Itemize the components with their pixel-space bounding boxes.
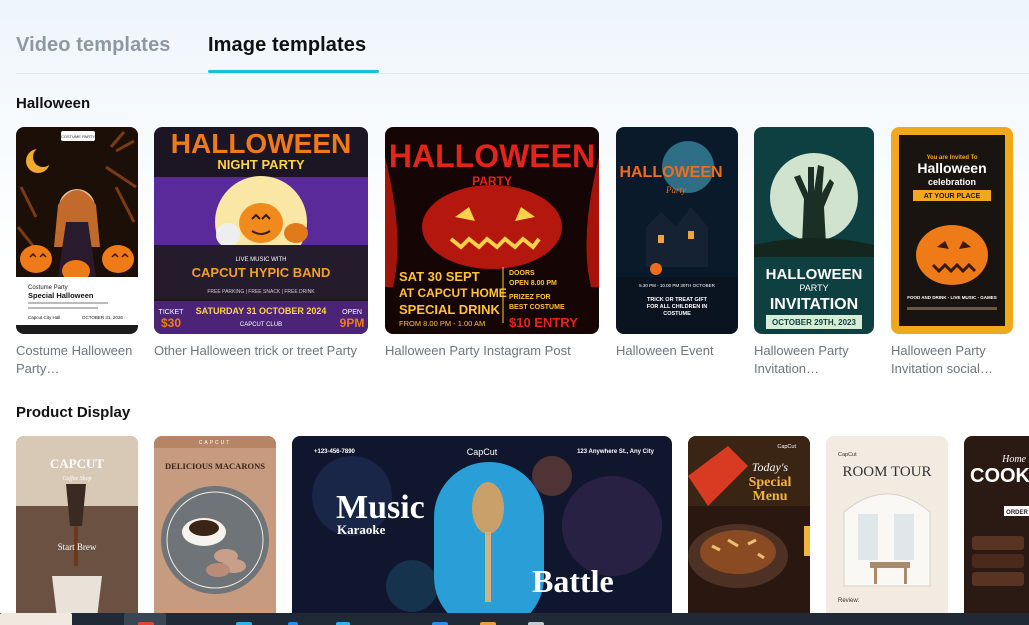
template-card-halloween-night-party[interactable]: HALLOWEEN NIGHT PARTY LIVE MUSIC WITH CA… — [154, 127, 368, 379]
tab-image-templates[interactable]: Image templates — [208, 34, 366, 57]
template-thumbnail: HALLOWEEN PARTY SAT 30 SEPT AT CAPCUT HO… — [385, 127, 599, 334]
template-card-coffee-shop[interactable]: CAPCUT Coffee Shop Start Brew — [16, 436, 138, 625]
svg-text:Start Brew: Start Brew — [58, 542, 97, 552]
template-caption: Halloween Party Instagram Post — [385, 343, 571, 358]
svg-text:Home: Home — [1001, 454, 1026, 465]
svg-text:LIVE MUSIC WITH: LIVE MUSIC WITH — [235, 257, 286, 263]
template-thumbnail: +123-456-7890 CapCut 123 Anywhere St., A… — [292, 436, 672, 625]
template-card-halloween-instagram-post[interactable]: HALLOWEEN PARTY SAT 30 SEPT AT CAPCUT HO… — [385, 127, 599, 379]
svg-text:Music: Music — [336, 489, 425, 526]
svg-text:AT CAPCUT HOME: AT CAPCUT HOME — [399, 286, 507, 300]
svg-text:PARTY: PARTY — [799, 283, 828, 293]
svg-text:CAPCUT: CAPCUT — [199, 440, 232, 446]
section-title-halloween: Halloween — [16, 95, 91, 112]
svg-text:INVITATION: INVITATION — [770, 296, 858, 313]
template-tabs: Video templates Image templates — [16, 30, 1029, 74]
svg-text:Today's: Today's — [752, 460, 788, 474]
template-thumbnail: HALLOWEEN Party 5.30 PM - 10.00 PM 30TH … — [616, 127, 738, 334]
template-thumbnail: Home COOK ORDER — [964, 436, 1029, 625]
template-thumbnail: HALLOWEEN NIGHT PARTY LIVE MUSIC WITH CA… — [154, 127, 368, 334]
svg-text:SAT 30 SEPT: SAT 30 SEPT — [399, 269, 480, 284]
svg-text:+123-456-7890: +123-456-7890 — [314, 449, 356, 455]
template-card-room-tour[interactable]: CapCut ROOM TOUR Review: — [826, 436, 948, 625]
svg-text:OPEN 8.00 PM: OPEN 8.00 PM — [509, 280, 557, 287]
svg-text:Special Halloween: Special Halloween — [28, 291, 94, 300]
template-caption: Halloween Event — [616, 343, 714, 358]
svg-text:Halloween: Halloween — [917, 160, 986, 176]
svg-text:COSTUME PARTY: COSTUME PARTY — [61, 134, 95, 139]
svg-text:TRICK OR TREAT GIFT: TRICK OR TREAT GIFT — [647, 297, 708, 303]
svg-text:Review:: Review: — [838, 598, 860, 604]
template-card-costume-halloween[interactable]: COSTUME PARTY Costume Party Special Hall… — [16, 127, 138, 379]
svg-text:DELICIOUS MACARONS: DELICIOUS MACARONS — [165, 461, 265, 471]
template-card-todays-special-menu[interactable]: CapCut Today's Special Menu — [688, 436, 810, 625]
svg-text:CapCut: CapCut — [838, 452, 857, 458]
svg-text:Capcut City Hall: Capcut City Hall — [28, 315, 60, 320]
svg-text:Karaoke: Karaoke — [337, 522, 386, 537]
template-caption: Halloween Party Invitation… — [754, 343, 849, 376]
svg-text:$30: $30 — [161, 316, 181, 330]
tab-video-templates[interactable]: Video templates — [16, 34, 171, 57]
svg-text:CAPCUT: CAPCUT — [50, 456, 104, 471]
template-card-halloween-invitation-social[interactable]: You are Invited To Halloween celebration… — [891, 127, 1013, 379]
template-thumbnail: You are Invited To Halloween celebration… — [891, 127, 1013, 334]
os-taskbar — [0, 613, 1029, 625]
svg-text:$10 ENTRY: $10 ENTRY — [509, 315, 578, 330]
template-card-halloween-party-invitation[interactable]: HALLOWEEN PARTY INVITATION OCTOBER 29TH,… — [754, 127, 874, 379]
svg-text:PRIZEZ FOR: PRIZEZ FOR — [509, 294, 551, 301]
svg-text:Special: Special — [749, 475, 792, 490]
active-tab-indicator — [208, 70, 379, 73]
template-caption: Other Halloween trick or treet Party — [154, 343, 358, 358]
svg-text:SPECIAL DRINK: SPECIAL DRINK — [399, 302, 500, 317]
template-thumbnail: CapCut ROOM TOUR Review: — [826, 436, 948, 625]
svg-text:OCTOBER 29TH, 2023: OCTOBER 29TH, 2023 — [772, 318, 856, 327]
svg-text:AT YOUR PLACE: AT YOUR PLACE — [924, 193, 981, 200]
svg-text:SATURDAY 31 OCTOBER 2024: SATURDAY 31 OCTOBER 2024 — [196, 306, 327, 316]
svg-text:TICKET: TICKET — [159, 309, 185, 316]
svg-text:OPEN: OPEN — [342, 309, 362, 316]
template-thumbnail: HALLOWEEN PARTY INVITATION OCTOBER 29TH,… — [754, 127, 874, 334]
svg-text:DOORS: DOORS — [509, 270, 535, 277]
template-thumbnail: COSTUME PARTY Costume Party Special Hall… — [16, 127, 138, 334]
template-card-delicious-macarons[interactable]: CAPCUT DELICIOUS MACARONS — [154, 436, 276, 625]
template-card-music-karaoke-battle[interactable]: +123-456-7890 CapCut 123 Anywhere St., A… — [292, 436, 672, 625]
svg-text:Battle: Battle — [532, 563, 614, 599]
svg-text:5.30 PM - 10.00 PM 30TH OCTOBE: 5.30 PM - 10.00 PM 30TH OCTOBER — [639, 283, 715, 288]
svg-text:FOR ALL CHILDREN IN: FOR ALL CHILDREN IN — [647, 304, 708, 310]
svg-text:BEST COSTUME: BEST COSTUME — [509, 304, 565, 311]
svg-text:OCTOBER 31, 2026: OCTOBER 31, 2026 — [82, 315, 123, 320]
svg-text:HALLOWEEN: HALLOWEEN — [171, 128, 351, 159]
svg-text:Menu: Menu — [753, 489, 788, 504]
template-card-halloween-event[interactable]: HALLOWEEN Party 5.30 PM - 10.00 PM 30TH … — [616, 127, 738, 379]
svg-text:Party: Party — [665, 185, 686, 195]
template-thumbnail: CAPCUT DELICIOUS MACARONS — [154, 436, 276, 625]
svg-text:FREE PARKING | FREE SNACK |: FREE PARKING | FREE SNACK | FREE DRINK — [207, 289, 315, 295]
svg-text:ORDER: ORDER — [1006, 510, 1028, 516]
svg-text:HALLOWEEN: HALLOWEEN — [766, 266, 863, 283]
svg-text:HALLOWEEN: HALLOWEEN — [389, 138, 595, 174]
svg-text:FROM 8.00 PM - 1.00 AM: FROM 8.00 PM - 1.00 AM — [399, 319, 485, 328]
svg-text:FOOD AND DRINK - LIVE MUSIC -: FOOD AND DRINK - LIVE MUSIC - GAMES — [907, 295, 997, 300]
template-thumbnail: CAPCUT Coffee Shop Start Brew — [16, 436, 138, 625]
svg-text:9PM: 9PM — [340, 316, 365, 330]
svg-text:COSTUME: COSTUME — [663, 311, 691, 317]
template-caption: Halloween Party Invitation social… — [891, 343, 993, 376]
svg-text:ROOM TOUR: ROOM TOUR — [842, 464, 931, 480]
svg-text:celebration: celebration — [928, 177, 976, 187]
svg-text:NIGHT PARTY: NIGHT PARTY — [217, 157, 304, 172]
section-title-product-display: Product Display — [16, 404, 131, 421]
taskbar-thumbnail-icon[interactable] — [0, 613, 72, 625]
svg-text:CapCut: CapCut — [467, 447, 498, 457]
svg-text:Coffee Shop: Coffee Shop — [62, 475, 91, 482]
svg-text:COOK: COOK — [970, 465, 1029, 487]
svg-text:CAPCUT HYPIC BAND: CAPCUT HYPIC BAND — [192, 265, 331, 280]
svg-text:CAPCUT CLUB: CAPCUT CLUB — [240, 322, 282, 328]
template-card-home-cook[interactable]: Home COOK ORDER — [964, 436, 1029, 625]
template-caption: Costume Halloween Party… — [16, 343, 133, 376]
template-thumbnail: CapCut Today's Special Menu — [688, 436, 810, 625]
svg-text:HALLOWEEN: HALLOWEEN — [619, 164, 722, 181]
svg-text:CapCut: CapCut — [777, 444, 796, 450]
svg-text:123 Anywhere St., Any City: 123 Anywhere St., Any City — [577, 449, 655, 455]
